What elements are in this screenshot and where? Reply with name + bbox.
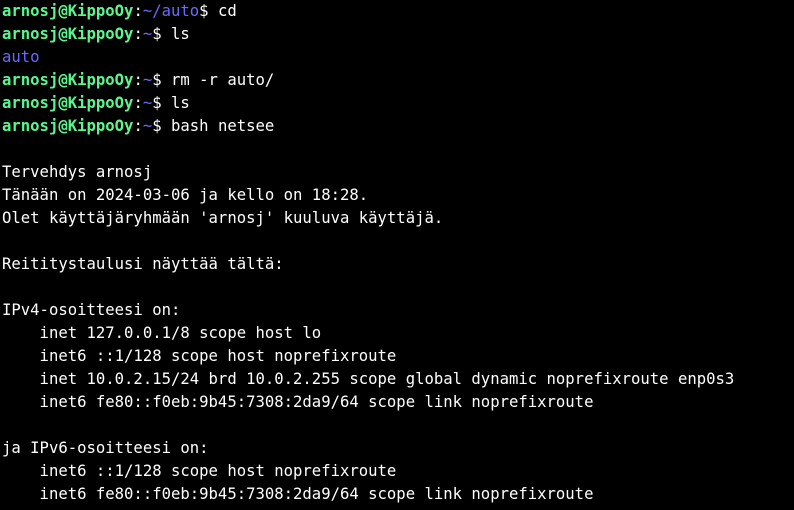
output-line: inet6 fe80::f0eb:9b45:7308:2da9/64 scope…: [2, 391, 794, 414]
output-text: inet6 fe80::f0eb:9b45:7308:2da9/64 scope…: [2, 393, 594, 411]
output-text: Tervehdys arnosj: [2, 163, 153, 181]
command-text: bash netsee: [171, 117, 275, 135]
prompt-line: arnosj@KippoOy:~$ rm -r auto/: [2, 69, 794, 92]
directory-listing-line: auto: [2, 46, 794, 69]
output-text: Olet käyttäjäryhmään 'arnosj' kuuluva kä…: [2, 209, 444, 227]
prompt-colon: :: [133, 117, 143, 135]
prompt-colon: :: [133, 25, 143, 43]
directory-name: auto: [2, 48, 40, 66]
prompt-path: ~: [142, 117, 153, 135]
prompt-line: arnosj@KippoOy:~$ ls: [2, 23, 794, 46]
output-line: Olet käyttäjäryhmään 'arnosj' kuuluva kä…: [2, 207, 794, 230]
prompt-dollar: $: [152, 94, 171, 112]
prompt-path: ~: [142, 94, 153, 112]
output-text: inet6 ::1/128 scope host noprefixroute: [2, 462, 397, 480]
prompt-dollar: $: [152, 71, 171, 89]
output-text: inet 127.0.0.1/8 scope host lo: [2, 324, 322, 342]
prompt-line: arnosj@KippoOy:~$ ls: [2, 92, 794, 115]
command-text: ls: [171, 94, 190, 112]
prompt-line: arnosj@KippoOy:~/auto$ cd: [2, 0, 794, 23]
terminal-window[interactable]: arnosj@KippoOy:~/auto$ cd arnosj@KippoOy:…: [0, 0, 794, 510]
prompt-dollar: $: [199, 2, 218, 20]
output-line: inet6 ::1/128 scope host noprefixroute: [2, 460, 794, 483]
prompt-colon: :: [133, 2, 143, 20]
output-text: Tänään on 2024-03-06 ja kello on 18:28.: [2, 186, 369, 204]
output-line: inet 127.0.0.1/8 scope host lo: [2, 322, 794, 345]
output-text: IPv4-osoitteesi on:: [2, 301, 181, 319]
output-line: IPv4-osoitteesi on:: [2, 299, 794, 322]
terminal-output: arnosj@KippoOy:~/auto$ cd arnosj@KippoOy:…: [2, 0, 794, 506]
command-text: rm -r auto/: [171, 71, 275, 89]
prompt-line: arnosj@KippoOy:~$ bash netsee: [2, 115, 794, 138]
prompt-path: ~/auto: [142, 2, 200, 20]
output-text: Reititystaulusi näyttää tältä:: [2, 255, 284, 273]
output-line: Tervehdys arnosj: [2, 161, 794, 184]
output-text: inet6 ::1/128 scope host noprefixroute: [2, 347, 397, 365]
prompt-dollar: $: [152, 25, 171, 43]
prompt-user-host: arnosj@KippoOy: [2, 25, 134, 43]
output-line: inet 10.0.2.15/24 brd 10.0.2.255 scope g…: [2, 368, 794, 391]
output-line: Tänään on 2024-03-06 ja kello on 18:28.: [2, 184, 794, 207]
output-line: inet6 ::1/128 scope host noprefixroute: [2, 345, 794, 368]
prompt-path: ~: [142, 25, 153, 43]
prompt-colon: :: [133, 94, 143, 112]
command-text: cd: [217, 2, 237, 20]
output-text: ja IPv6-osoitteesi on:: [2, 439, 209, 457]
prompt-user-host: arnosj@KippoOy: [2, 117, 134, 135]
prompt-user-host: arnosj@KippoOy: [2, 71, 134, 89]
output-line: inet6 fe80::f0eb:9b45:7308:2da9/64 scope…: [2, 483, 794, 506]
command-text: ls: [171, 25, 190, 43]
output-line: Reititystaulusi näyttää tältä:: [2, 253, 794, 276]
prompt-path: ~: [142, 71, 153, 89]
prompt-dollar: $: [152, 117, 171, 135]
prompt-user-host: arnosj@KippoOy: [2, 2, 134, 20]
prompt-colon: :: [133, 71, 143, 89]
output-text: inet6 fe80::f0eb:9b45:7308:2da9/64 scope…: [2, 485, 594, 503]
output-line: ja IPv6-osoitteesi on:: [2, 437, 794, 460]
prompt-user-host: arnosj@KippoOy: [2, 94, 134, 112]
output-text: inet 10.0.2.15/24 brd 10.0.2.255 scope g…: [2, 370, 735, 388]
